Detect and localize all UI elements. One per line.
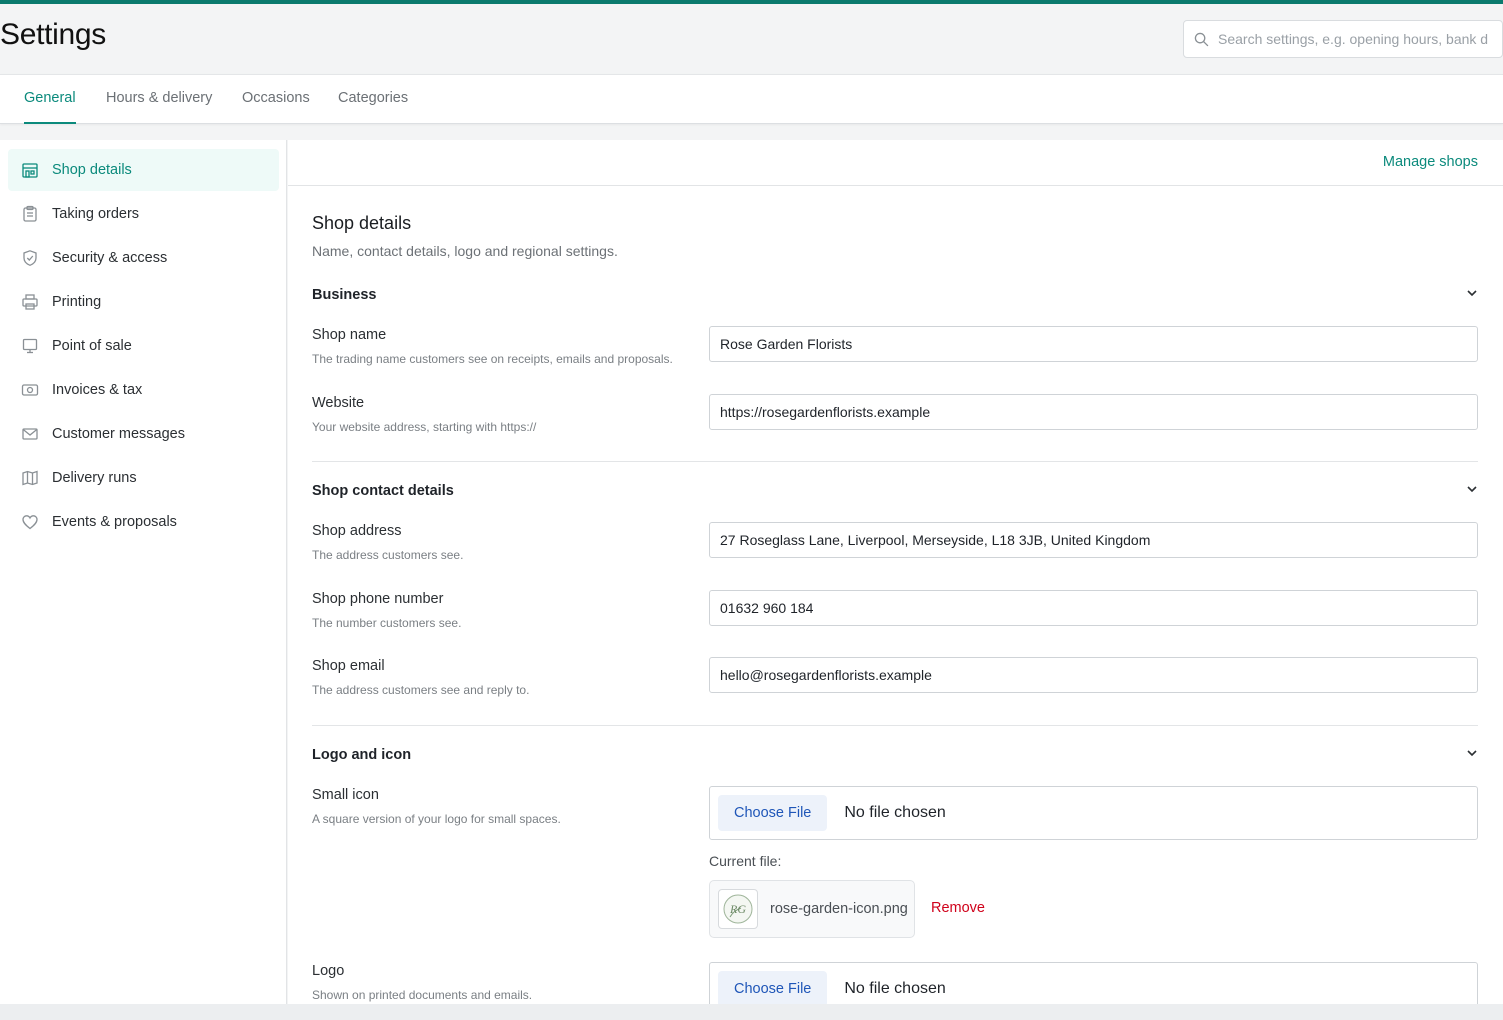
chevron-down-icon (1466, 746, 1478, 764)
search-icon (1184, 32, 1218, 47)
printer-icon (8, 293, 52, 311)
sidebar-item-label: Delivery runs (52, 470, 137, 486)
chevron-down-icon (1466, 286, 1478, 304)
mail-icon (8, 425, 52, 443)
section-title: Shop details (312, 213, 412, 233)
sidebar-item-label: Shop details (52, 162, 132, 178)
website-label: Website (312, 395, 365, 411)
search-input[interactable] (1218, 31, 1502, 47)
settings-main-panel: Manage shops Shop details Name, contact … (288, 140, 1503, 1020)
small-icon-choose-file-button[interactable]: Choose File (718, 795, 828, 831)
sidebar-item-label: Events & proposals (52, 514, 177, 530)
sidebar-item-label: Security & access (52, 250, 168, 266)
shop-name-input[interactable] (709, 326, 1478, 362)
small-icon-thumbnail: RG (718, 889, 758, 929)
business-group-title: Business (312, 287, 377, 303)
sidebar-item-security-access[interactable]: Security & access (8, 237, 279, 279)
shop-address-label: Shop address (312, 523, 402, 539)
settings-sidebar: Shop details Taking orders Security & ac… (0, 140, 287, 1020)
section-description: Name, contact details, logo and regional… (312, 243, 618, 259)
chevron-down-icon (1466, 482, 1478, 500)
section-divider (312, 461, 1478, 462)
shop-phone-input[interactable] (709, 590, 1478, 626)
sidebar-item-printing[interactable]: Printing (8, 281, 279, 323)
logo-group-toggle[interactable]: Logo and icon (312, 744, 1478, 766)
logo-label: Logo (312, 963, 345, 979)
current-file-label: Current file: (709, 853, 782, 869)
thumbnail-monogram: RG (729, 902, 746, 916)
shop-email-help: The address customers see and reply to. (312, 683, 530, 697)
tab-occasions[interactable]: Occasions (242, 75, 310, 124)
small-icon-file-input[interactable]: Choose File No file chosen (709, 786, 1478, 840)
small-icon-label: Small icon (312, 787, 379, 803)
shop-name-label: Shop name (312, 327, 387, 343)
shop-phone-label: Shop phone number (312, 591, 444, 607)
tab-hours-delivery[interactable]: Hours & delivery (106, 75, 212, 124)
small-icon-help: A square version of your logo for small … (312, 812, 561, 826)
shop-icon (8, 161, 52, 179)
settings-tabs: General Hours & delivery Occasions Categ… (0, 74, 1503, 124)
logo-group-title: Logo and icon (312, 747, 412, 763)
monitor-icon (8, 337, 52, 355)
manage-shops-link[interactable]: Manage shops (1383, 154, 1478, 170)
sidebar-item-label: Point of sale (52, 338, 132, 354)
logo-choose-file-button[interactable]: Choose File (718, 971, 828, 1007)
shop-email-input[interactable] (709, 657, 1478, 693)
invoice-icon (8, 381, 52, 399)
website-help: Your website address, starting with http… (312, 420, 537, 434)
sidebar-item-point-of-sale[interactable]: Point of sale (8, 325, 279, 367)
bottom-scroll-area (0, 1004, 1503, 1020)
current-file-chip: RG rose-garden-icon.png (709, 880, 915, 938)
sidebar-item-label: Printing (52, 294, 102, 310)
settings-search[interactable] (1183, 20, 1503, 58)
shop-email-label: Shop email (312, 658, 385, 674)
business-group-toggle[interactable]: Business (312, 284, 1478, 306)
sidebar-item-taking-orders[interactable]: Taking orders (8, 193, 279, 235)
contact-group-toggle[interactable]: Shop contact details (312, 480, 1478, 502)
sidebar-item-label: Taking orders (52, 206, 140, 222)
shop-address-input[interactable] (709, 522, 1478, 558)
remove-small-icon-link[interactable]: Remove (931, 900, 985, 916)
sidebar-item-label: Customer messages (52, 426, 185, 442)
shield-icon (8, 249, 52, 267)
tab-general[interactable]: General (24, 75, 76, 124)
shop-name-help: The trading name customers see on receip… (312, 352, 673, 366)
logo-no-file-text: No file chosen (844, 980, 946, 997)
website-input[interactable] (709, 394, 1478, 430)
section-divider (312, 725, 1478, 726)
sidebar-item-label: Invoices & tax (52, 382, 143, 398)
tab-categories[interactable]: Categories (338, 75, 408, 124)
shop-address-help: The address customers see. (312, 548, 464, 562)
logo-help: Shown on printed documents and emails. (312, 988, 533, 1002)
current-file-name: rose-garden-icon.png (770, 901, 908, 917)
panel-header: Manage shops (288, 140, 1503, 186)
map-icon (8, 469, 52, 487)
heart-icon (8, 513, 52, 531)
sidebar-item-customer-messages[interactable]: Customer messages (8, 413, 279, 455)
sidebar-item-delivery-runs[interactable]: Delivery runs (8, 457, 279, 499)
small-icon-no-file-text: No file chosen (844, 804, 946, 821)
clipboard-icon (8, 205, 52, 223)
sidebar-item-invoices-tax[interactable]: Invoices & tax (8, 369, 279, 411)
contact-group-title: Shop contact details (312, 483, 454, 499)
page-title: Settings (0, 18, 106, 51)
sidebar-item-events-proposals[interactable]: Events & proposals (8, 501, 279, 543)
shop-phone-help: The number customers see. (312, 616, 462, 630)
sidebar-item-shop-details[interactable]: Shop details (8, 149, 279, 191)
top-accent-bar (0, 0, 1503, 4)
